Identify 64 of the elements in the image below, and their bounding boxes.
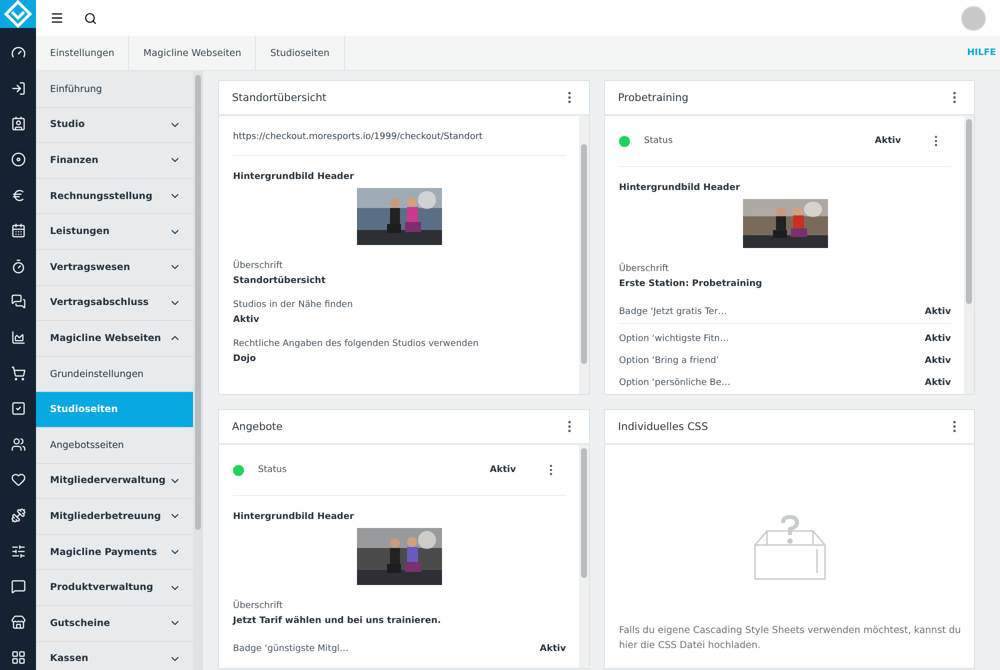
cart-icon[interactable]: [10, 366, 26, 381]
empty-message: Falls du eigene Cascading Style Sheets verwenden möchtest, kannst du hier die CSS Datei hochladen.: [619, 624, 961, 654]
field-label: Überschrift: [619, 262, 670, 276]
field-value: Aktiv: [233, 315, 260, 325]
breadcrumb[interactable]: Magicline Webseiten: [129, 36, 256, 70]
field-value: Jetzt Tarif wählen und bei uns trainieren.: [233, 616, 442, 626]
logo-icon[interactable]: [0, 0, 36, 28]
scrollbar-thumb[interactable]: [581, 448, 587, 578]
breadcrumb[interactable]: Einstellungen: [36, 36, 130, 70]
chat-icon[interactable]: [10, 294, 26, 310]
scrollbar-thumb[interactable]: [966, 119, 972, 304]
card-title: Standortübersicht: [232, 92, 326, 104]
menu-icon[interactable]: [50, 11, 64, 25]
field-label: Überschrift: [233, 599, 284, 613]
heart-icon[interactable]: [10, 472, 26, 488]
card-title: Angebote: [232, 420, 283, 432]
checkbox-icon[interactable]: [10, 401, 26, 416]
option-value: Aktiv: [924, 334, 951, 344]
sidebar-item[interactable]: Magicline Payments: [36, 534, 193, 570]
target-icon[interactable]: [10, 152, 26, 168]
contact-icon[interactable]: [10, 116, 26, 132]
status-value: Aktiv: [874, 136, 901, 146]
field-value: Erste Station: Probetraining: [619, 279, 764, 290]
stopwatch-icon[interactable]: [10, 258, 26, 274]
scrollbar-thumb[interactable]: [195, 75, 201, 530]
status-label: Status: [644, 136, 673, 146]
option-value: Aktiv: [924, 378, 951, 388]
option-value: Aktiv: [924, 307, 951, 318]
status-value: Aktiv: [490, 465, 516, 475]
option-label: Option ‘wichtigste Fitn…: [619, 334, 729, 344]
field-label: Hintergrundbild Header: [233, 511, 355, 524]
field-label: Hintergrundbild Header: [619, 182, 741, 195]
field-value: Dojo: [233, 354, 257, 364]
option-value: Aktiv: [540, 644, 566, 654]
search-icon[interactable]: [84, 12, 97, 24]
option-value: Aktiv: [924, 356, 951, 366]
chart-icon[interactable]: [10, 330, 26, 346]
card-title: Probetraining: [618, 92, 688, 104]
euro-icon[interactable]: [10, 188, 26, 203]
card-title: Individuelles CSS: [618, 420, 708, 432]
sliders-icon[interactable]: [10, 544, 26, 559]
field-label: Hintergrundbild Header: [233, 171, 355, 184]
field-label: Überschrift: [233, 259, 284, 273]
users-icon[interactable]: [10, 436, 26, 452]
sidebar-item[interactable]: Vertragsabschluss: [36, 286, 193, 322]
url-text: https://checkout.moresports.io/1999/checkout/Standort: [233, 131, 484, 144]
sidebar-item[interactable]: Studio: [36, 108, 193, 144]
breadcrumb[interactable]: Studioseiten: [256, 36, 345, 70]
calendar-icon[interactable]: [10, 223, 26, 238]
option-label: Badge ‘Jetzt gratis Ter…: [619, 307, 727, 318]
scrollbar-thumb[interactable]: [581, 144, 587, 364]
field-label: Studios in der Nähe finden: [233, 299, 354, 312]
gauge-icon[interactable]: [10, 45, 26, 60]
field-label: Rechtliche Angaben des folgenden Studios verwenden: [233, 338, 480, 351]
store-icon[interactable]: [10, 614, 26, 630]
dumbbell-icon[interactable]: [10, 508, 26, 524]
option-label: Badge ‘günstigste Mitgl…: [233, 644, 349, 654]
status-label: Status: [258, 465, 287, 475]
option-label: Option ‘Bring a friend’: [619, 356, 719, 366]
option-label: Option ‘persönliche Be…: [619, 378, 730, 388]
sidebar-item[interactable]: Mitgliederverwaltung: [36, 464, 193, 500]
field-value: Standortübersicht: [233, 276, 327, 286]
grid-icon[interactable]: [10, 650, 26, 666]
login-icon[interactable]: [10, 80, 26, 96]
